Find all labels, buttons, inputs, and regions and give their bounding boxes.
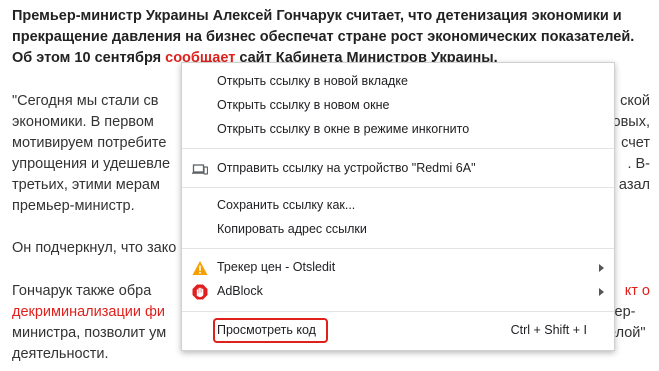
menu-separator [182, 148, 614, 149]
article-link-fragment[interactable]: кт о [625, 281, 650, 302]
article-paragraph-line: деятельности. [12, 346, 109, 362]
menu-separator [182, 187, 614, 188]
menu-item-label: Открыть ссылку в новой вкладке [217, 74, 408, 88]
article-lead-line-2: прекращение давления на бизнес обеспечат… [12, 29, 635, 45]
menu-separator [182, 311, 614, 312]
article-paragraph-line: министра, позволит ум елой" [12, 323, 646, 344]
text-fragment: овых, [612, 114, 650, 130]
inspect-highlight-annotation [213, 318, 328, 343]
text-fragment: третьих, этими мерам [12, 177, 160, 193]
menu-item-save-link-as[interactable]: Сохранить ссылку как... [182, 194, 614, 218]
menu-item-label: Отправить ссылку на устройство "Redmi 6A… [217, 161, 476, 175]
menu-item-shortcut: Ctrl + Shift + I [510, 323, 587, 337]
menu-item-open-new-window[interactable]: Открыть ссылку в новом окне [182, 94, 614, 118]
menu-item-open-incognito[interactable]: Открыть ссылку в окне в режиме инкогнито [182, 118, 614, 142]
text-fragment: . В- [627, 156, 650, 172]
article-link-fragment[interactable]: декриминализации фи [12, 304, 165, 320]
laptop-phone-icon [192, 164, 208, 175]
text-fragment: экономики. В первом [12, 114, 154, 130]
menu-item-label: AdBlock [217, 284, 263, 298]
menu-item-copy-link-address[interactable]: Копировать адрес ссылки [182, 218, 614, 242]
menu-item-label: Трекер цен - Otsledit [217, 260, 336, 274]
text-fragment: упрощения и удешевле [12, 156, 171, 172]
text-fragment: мотивируем потребите [12, 135, 167, 151]
article-paragraph-line: декриминализации фи ьмер- [12, 302, 635, 323]
menu-item-send-to-device[interactable]: Отправить ссылку на устройство "Redmi 6A… [182, 157, 614, 181]
menu-item-adblock[interactable]: AdBlock [182, 280, 614, 304]
context-menu: Открыть ссылку в новой вкладке Открыть с… [181, 62, 615, 351]
menu-item-label: Открыть ссылку в новом окне [217, 98, 390, 112]
text-fragment: счет [621, 135, 650, 151]
adblock-hand-icon [192, 284, 208, 300]
article-paragraph-line: премьер-министр. [12, 198, 135, 214]
menu-item-label: Копировать адрес ссылки [217, 222, 367, 236]
warning-triangle-icon [192, 261, 208, 275]
text-fragment: министра, позволит ум [12, 325, 167, 341]
article-paragraph-line: Он подчеркнул, что зако [12, 240, 177, 256]
menu-item-open-new-tab[interactable]: Открыть ссылку в новой вкладке [182, 70, 614, 94]
menu-separator [182, 248, 614, 249]
menu-item-label: Сохранить ссылку как... [217, 198, 356, 212]
text-fragment: азал [618, 177, 650, 193]
quote-end: ской [620, 93, 650, 109]
text-fragment: Гончарук также обра [12, 283, 152, 299]
chevron-right-icon [599, 288, 604, 296]
article-lead-text: Об этом 10 сентября [12, 50, 162, 66]
chevron-right-icon [599, 264, 604, 272]
article-lead-line-1: Премьер-министр Украины Алексей Гончарук… [12, 8, 622, 24]
quote-start: "Сегодня мы стали св [12, 93, 159, 109]
menu-item-price-tracker[interactable]: Трекер цен - Otsledit [182, 256, 614, 280]
menu-item-label: Открыть ссылку в окне в режиме инкогнито [217, 122, 470, 136]
